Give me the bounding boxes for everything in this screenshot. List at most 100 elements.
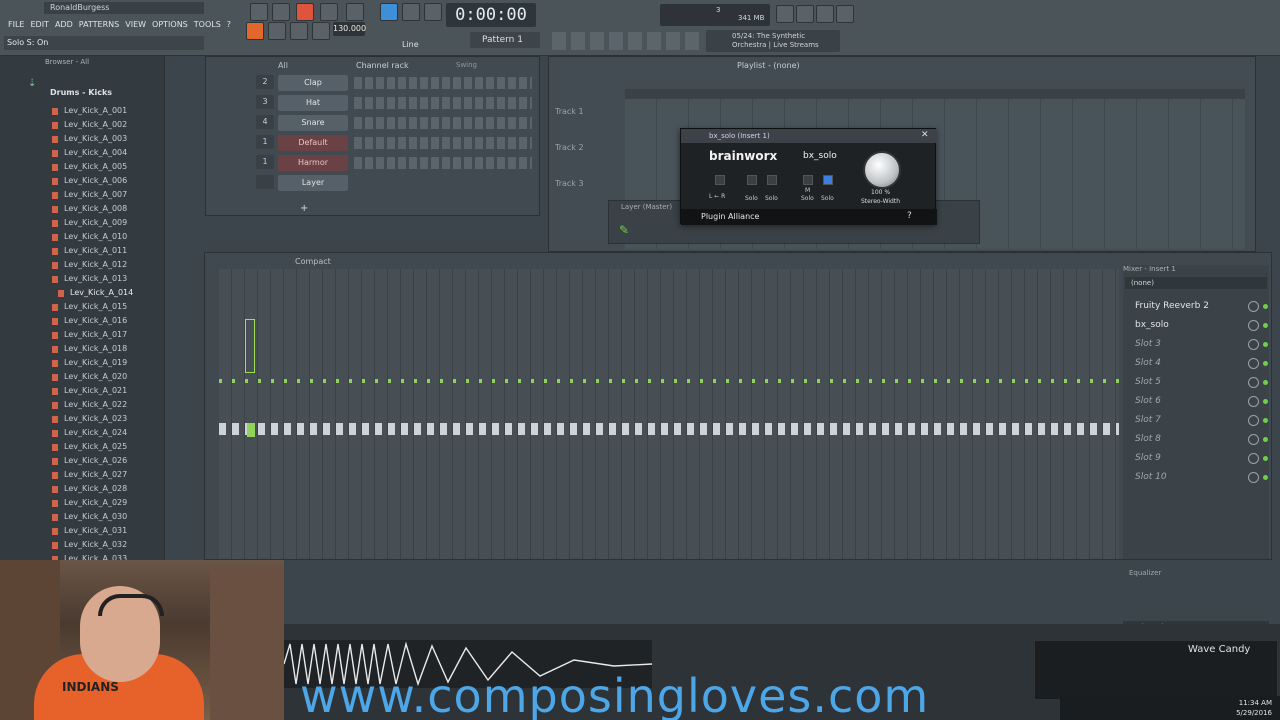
- browser-file-item[interactable]: Lev_Kick_A_007: [50, 188, 133, 202]
- mix-level-knob[interactable]: [1248, 453, 1259, 464]
- menu-help[interactable]: ?: [227, 20, 231, 29]
- mix-level-knob[interactable]: [1248, 358, 1259, 369]
- effect-slot[interactable]: Slot 8: [1123, 430, 1269, 449]
- record-button[interactable]: [312, 22, 330, 40]
- song-time-display[interactable]: 0:00:00: [446, 3, 536, 27]
- slot-enable-led[interactable]: [1263, 399, 1268, 404]
- news-panel[interactable]: 05/24: The Synthetic Orchestra | Live St…: [706, 30, 840, 52]
- channel-mixer-target[interactable]: 4: [256, 115, 274, 129]
- browser-file-item[interactable]: Lev_Kick_A_023: [50, 412, 133, 426]
- mixer-view[interactable]: Compact: [295, 257, 331, 266]
- effect-slot[interactable]: Slot 10: [1123, 468, 1269, 487]
- close-icon[interactable]: ✕: [921, 130, 929, 140]
- mixer-faders[interactable]: [219, 423, 1119, 435]
- window-shortcut-icons[interactable]: [552, 32, 702, 50]
- browser-file-item[interactable]: Lev_Kick_A_025: [50, 440, 133, 454]
- loop-icon[interactable]: [246, 22, 264, 40]
- mixer-strips[interactable]: [219, 269, 1119, 559]
- browser-file-item[interactable]: Lev_Kick_A_002: [50, 118, 133, 132]
- playlist-track-1[interactable]: Track 1: [553, 101, 623, 135]
- mixer-leds[interactable]: [219, 379, 1119, 383]
- snap-selector[interactable]: Line: [402, 40, 419, 49]
- browser-file-item[interactable]: Lev_Kick_A_017: [50, 328, 133, 342]
- channel-row[interactable]: Layer: [214, 175, 534, 193]
- browser-file-item[interactable]: Lev_Kick_A_018: [50, 342, 133, 356]
- browser-file-item[interactable]: Lev_Kick_A_027: [50, 468, 133, 482]
- playlist-track-2[interactable]: Track 2: [553, 137, 623, 171]
- browser-file-item[interactable]: Lev_Kick_A_003: [50, 132, 133, 146]
- slot-enable-led[interactable]: [1263, 361, 1268, 366]
- browser-file-item[interactable]: Lev_Kick_A_031: [50, 524, 133, 538]
- browser-file-item[interactable]: Lev_Kick_A_006: [50, 174, 133, 188]
- tempo-display[interactable]: 130.000: [333, 22, 366, 36]
- channel-row[interactable]: 2 Clap: [214, 75, 534, 93]
- help-icon[interactable]: ?: [907, 211, 912, 221]
- menu-edit[interactable]: EDIT: [30, 20, 48, 29]
- menu-view[interactable]: VIEW: [125, 20, 146, 29]
- browser-file-item[interactable]: Lev_Kick_A_026: [50, 454, 133, 468]
- online-icon[interactable]: [776, 5, 794, 23]
- effect-slot[interactable]: Slot 9: [1123, 449, 1269, 468]
- multilink-icon[interactable]: [424, 3, 442, 21]
- effect-slot[interactable]: Slot 5: [1123, 373, 1269, 392]
- browser-file-item[interactable]: Lev_Kick_A_029: [50, 496, 133, 510]
- countdown-icon[interactable]: [402, 3, 420, 21]
- record-mode-icon[interactable]: [250, 3, 268, 21]
- browser-file-item[interactable]: Lev_Kick_A_028: [50, 482, 133, 496]
- slot-enable-led[interactable]: [1263, 380, 1268, 385]
- mix-level-knob[interactable]: [1248, 339, 1259, 350]
- channel-name-button[interactable]: Default: [278, 135, 348, 151]
- browser-file-item[interactable]: Lev_Kick_A_022: [50, 398, 133, 412]
- browser-file-item[interactable]: Lev_Kick_A_015: [50, 300, 133, 314]
- channel-name-button[interactable]: Layer: [278, 175, 348, 191]
- lr-swap-button[interactable]: [715, 175, 725, 185]
- menu-tools[interactable]: TOOLS: [194, 20, 221, 29]
- solo-side-button[interactable]: [823, 175, 833, 185]
- channel-row[interactable]: 3 Hat: [214, 95, 534, 113]
- solo-right-button[interactable]: [767, 175, 777, 185]
- mix-level-knob[interactable]: [1248, 377, 1259, 388]
- browser-file-item[interactable]: Lev_Kick_A_005: [50, 160, 133, 174]
- typing-keyboard-icon[interactable]: [380, 3, 398, 21]
- effect-slot[interactable]: bx_solo: [1123, 316, 1269, 335]
- pattern-song-toggle[interactable]: [296, 3, 314, 21]
- browser-file-item[interactable]: Lev_Kick_A_014: [50, 286, 133, 300]
- slot-enable-led[interactable]: [1263, 342, 1268, 347]
- stereo-width-knob[interactable]: [863, 151, 901, 189]
- effect-slot[interactable]: Slot 7: [1123, 411, 1269, 430]
- wrench-icon[interactable]: ✎: [619, 223, 629, 237]
- browser-file-item[interactable]: Lev_Kick_A_004: [50, 146, 133, 160]
- stop-button[interactable]: [290, 22, 308, 40]
- browser-file-item[interactable]: Lev_Kick_A_016: [50, 314, 133, 328]
- step-sequencer[interactable]: [354, 117, 532, 129]
- step-sequencer[interactable]: [354, 137, 532, 149]
- metronome-icon[interactable]: [272, 3, 290, 21]
- mic-icon[interactable]: [816, 5, 834, 23]
- effect-slot[interactable]: Slot 6: [1123, 392, 1269, 411]
- slot-enable-led[interactable]: [1263, 475, 1268, 480]
- add-channel-button[interactable]: +: [300, 203, 308, 214]
- browser-file-item[interactable]: Lev_Kick_A_009: [50, 216, 133, 230]
- browser-file-item[interactable]: Lev_Kick_A_032: [50, 538, 133, 552]
- mix-level-knob[interactable]: [1248, 434, 1259, 445]
- help-icon[interactable]: [836, 5, 854, 23]
- play-button[interactable]: [268, 22, 286, 40]
- step-sequencer[interactable]: [354, 97, 532, 109]
- slot-enable-led[interactable]: [1263, 304, 1268, 309]
- solo-left-button[interactable]: [747, 175, 757, 185]
- browser-file-item[interactable]: Lev_Kick_A_021: [50, 384, 133, 398]
- browser-file-item[interactable]: Lev_Kick_A_011: [50, 244, 133, 258]
- browser-folder[interactable]: Drums - Kicks: [50, 88, 112, 97]
- tools-icon[interactable]: [796, 5, 814, 23]
- channel-mixer-target[interactable]: 1: [256, 155, 274, 169]
- channel-row[interactable]: 1 Default: [214, 135, 534, 153]
- effect-slot[interactable]: Slot 4: [1123, 354, 1269, 373]
- system-clock[interactable]: 11:34 AM 5/29/2016: [1236, 698, 1272, 718]
- browser-file-item[interactable]: Lev_Kick_A_008: [50, 202, 133, 216]
- menu-patterns[interactable]: PATTERNS: [79, 20, 119, 29]
- channel-name-button[interactable]: Harmor: [278, 155, 348, 171]
- browser-file-item[interactable]: Lev_Kick_A_013: [50, 272, 133, 286]
- channel-name-button[interactable]: Hat: [278, 95, 348, 111]
- pattern-selector[interactable]: Pattern 1: [470, 32, 540, 48]
- channel-mixer-target[interactable]: 1: [256, 135, 274, 149]
